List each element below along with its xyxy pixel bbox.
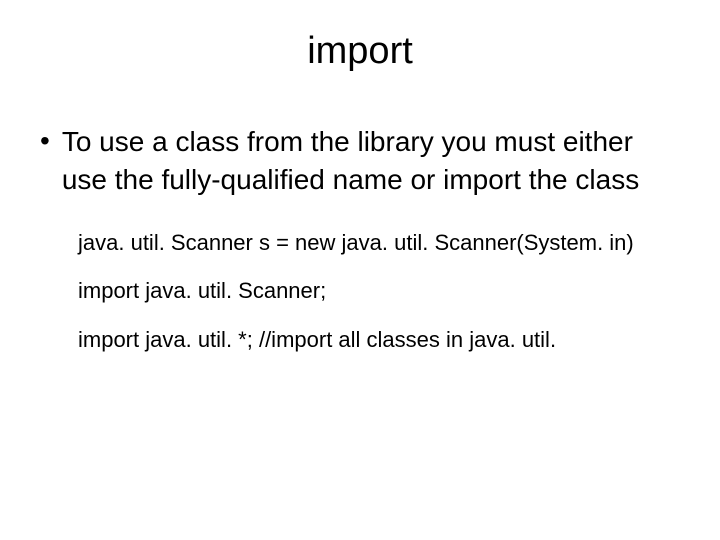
- code-block: java. util. Scanner s = new java. util. …: [40, 229, 680, 355]
- code-line: java. util. Scanner s = new java. util. …: [78, 229, 680, 258]
- code-line: import java. util. *; //import all class…: [78, 326, 680, 355]
- bullet-text: To use a class from the library you must…: [62, 123, 680, 199]
- bullet-dot-icon: •: [40, 123, 50, 159]
- slide-title: import: [40, 30, 680, 73]
- code-line: import java. util. Scanner;: [78, 277, 680, 306]
- bullet-item: • To use a class from the library you mu…: [40, 123, 680, 199]
